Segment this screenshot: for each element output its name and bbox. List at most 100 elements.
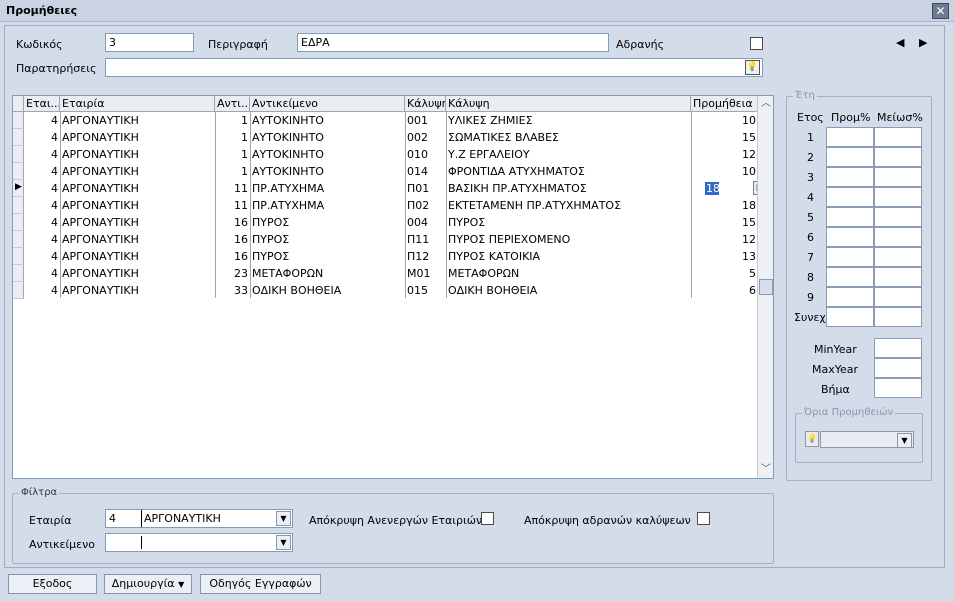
cell-company[interactable]: ΑΡΓΟΝΑΥΤΙΚΗ [60, 265, 215, 282]
cell-coverage[interactable]: ΟΔΙΚΗ ΒΟΗΘΕΙΑ [446, 282, 691, 299]
chevron-down-icon[interactable]: ▼ [897, 433, 912, 448]
cell-object-code[interactable]: 16 [215, 248, 250, 265]
col-company[interactable]: Εταιρία [60, 96, 215, 112]
year-prom-field[interactable] [826, 167, 874, 187]
cell-company-code[interactable]: 4 [24, 214, 60, 231]
cell-coverage-code[interactable]: 014 [405, 163, 446, 180]
row-indicator[interactable] [13, 163, 24, 180]
cell-coverage-code[interactable]: 001 [405, 112, 446, 129]
year-prom-field[interactable] [826, 227, 874, 247]
cell-coverage-code[interactable]: Μ01 [405, 265, 446, 282]
table-row[interactable]: 4 ΑΡΓΟΝΑΥΤΙΚΗ 11 ΠΡ.ΑΤΥΧΗΜΑ Π02 ΕΚΤΕΤΑΜΕΝΗ ΠΡ… [13, 197, 758, 214]
year-meiosi-field[interactable] [874, 267, 922, 287]
cell-object[interactable]: ΠΥΡΟΣ [250, 248, 405, 265]
cell-coverage[interactable]: ΣΩΜΑΤΙΚΕΣ ΒΛΑΒΕΣ [446, 129, 691, 146]
year-meiosi-field[interactable] [874, 207, 922, 227]
cell-commission[interactable]: 10 [691, 112, 758, 129]
scroll-thumb[interactable] [759, 279, 773, 295]
hide-inactive-coverages-checkbox[interactable] [697, 512, 710, 525]
chevron-down-icon[interactable]: ▼ [276, 511, 291, 526]
cell-company-code[interactable]: 4 [24, 112, 60, 129]
cell-coverage-code[interactable]: 015 [405, 282, 446, 299]
table-row[interactable]: 4 ΑΡΓΟΝΑΥΤΙΚΗ 16 ΠΥΡΟΣ Π12 ΠΥΡΟΣ ΚΑΤΟΙΚΙΑ 13 [13, 248, 758, 265]
cell-company-code[interactable]: 4 [24, 129, 60, 146]
table-row[interactable]: 4 ΑΡΓΟΝΑΥΤΙΚΗ 23 ΜΕΤΑΦΟΡΩΝ Μ01 ΜΕΤΑΦΟΡΩΝ 5 [13, 265, 758, 282]
notes-field[interactable] [105, 58, 763, 77]
year-prom-field[interactable] [826, 127, 874, 147]
year-prom-field[interactable] [826, 207, 874, 227]
cell-object-code[interactable]: 16 [215, 214, 250, 231]
cell-object[interactable]: ΟΔΙΚΗ ΒΟΗΘΕΙΑ [250, 282, 405, 299]
cell-object-code[interactable]: 23 [215, 265, 250, 282]
year-meiosi-field[interactable] [874, 127, 922, 147]
lightbulb-icon[interactable]: 💡 [745, 60, 760, 75]
row-indicator[interactable] [13, 129, 24, 146]
cell-object[interactable]: ΑΥΤΟΚΙΝΗΤΟ [250, 163, 405, 180]
cell-company[interactable]: ΑΡΓΟΝΑΥΤΙΚΗ [60, 214, 215, 231]
cell-company[interactable]: ΑΡΓΟΝΑΥΤΙΚΗ [60, 231, 215, 248]
cell-commission[interactable]: 18 [691, 197, 758, 214]
cell-object[interactable]: ΑΥΤΟΚΙΝΗΤΟ [250, 112, 405, 129]
wizard-button[interactable]: Οδηγός Εγγραφών [200, 574, 321, 594]
cell-object[interactable]: ΠΥΡΟΣ [250, 214, 405, 231]
cell-object[interactable]: ΠΡ.ΑΤΥΧΗΜΑ [250, 180, 405, 197]
cell-object[interactable]: ΜΕΤΑΦΟΡΩΝ [250, 265, 405, 282]
chevron-down-icon[interactable]: ▼ [276, 535, 291, 550]
cell-commission[interactable] [691, 180, 758, 197]
exit-button[interactable]: Εξοδος [8, 574, 97, 594]
table-row[interactable]: 4 ΑΡΓΟΝΑΥΤΙΚΗ 1 ΑΥΤΟΚΙΝΗΤΟ 002 ΣΩΜΑΤΙΚΕΣ ΒΛΑΒ… [13, 129, 758, 146]
description-field[interactable]: ΕΔΡΑ [297, 33, 609, 52]
cell-commission[interactable]: 10 [691, 163, 758, 180]
col-object-code[interactable]: Αντι... [215, 96, 250, 112]
minyear-field[interactable] [874, 338, 922, 358]
cell-commission[interactable]: 15 [691, 129, 758, 146]
col-company-code[interactable]: Εται... [24, 96, 60, 112]
table-row[interactable]: 4 ΑΡΓΟΝΑΥΤΙΚΗ 1 ΑΥΤΟΚΙΝΗΤΟ 001 ΥΛΙΚΕΣ ΖΗΜΙΕΣ 1… [13, 112, 758, 129]
cell-coverage-code[interactable]: Π12 [405, 248, 446, 265]
year-meiosi-field[interactable] [874, 167, 922, 187]
cell-company-code[interactable]: 4 [24, 197, 60, 214]
col-object[interactable]: Αντικείμενο [250, 96, 405, 112]
cell-company[interactable]: ΑΡΓΟΝΑΥΤΙΚΗ [60, 248, 215, 265]
cell-commission[interactable]: 6 [691, 282, 758, 299]
cell-company[interactable]: ΑΡΓΟΝΑΥΤΙΚΗ [60, 112, 215, 129]
scroll-down-icon[interactable]: ﹀ [759, 463, 773, 477]
cell-commission[interactable]: 13 [691, 248, 758, 265]
cell-object[interactable]: ΑΥΤΟΚΙΝΗΤΟ [250, 129, 405, 146]
cell-company[interactable]: ΑΡΓΟΝΑΥΤΙΚΗ [60, 129, 215, 146]
row-indicator[interactable] [13, 265, 24, 282]
current-row-indicator-icon[interactable]: ▶ [13, 180, 24, 197]
cell-company-code[interactable]: 4 [24, 180, 60, 197]
cell-object[interactable]: ΠΡ.ΑΤΥΧΗΜΑ [250, 197, 405, 214]
year-meiosi-field[interactable] [874, 307, 922, 327]
close-icon[interactable]: ✕ [932, 3, 949, 19]
year-prom-field[interactable] [826, 267, 874, 287]
object-filter-select[interactable]: ▼ [105, 533, 293, 552]
row-indicator[interactable] [13, 231, 24, 248]
col-coverage[interactable]: Κάλυψη [446, 96, 691, 112]
cell-company[interactable]: ΑΡΓΟΝΑΥΤΙΚΗ [60, 146, 215, 163]
cell-coverage[interactable]: ΦΡΟΝΤΙΔΑ ΑΤΥΧΗΜΑΤΟΣ [446, 163, 691, 180]
commission-edit-field[interactable]: 18 [705, 182, 720, 195]
cell-object-code[interactable]: 1 [215, 112, 250, 129]
year-meiosi-field[interactable] [874, 287, 922, 307]
year-meiosi-field[interactable] [874, 187, 922, 207]
cell-company-code[interactable]: 4 [24, 146, 60, 163]
prev-record-icon[interactable]: ◀ [896, 36, 904, 49]
year-meiosi-field[interactable] [874, 147, 922, 167]
table-row[interactable]: 4 ΑΡΓΟΝΑΥΤΙΚΗ 33 ΟΔΙΚΗ ΒΟΗΘΕΙΑ 015 ΟΔΙΚΗ ΒΟΗΘ… [13, 282, 758, 299]
scroll-up-icon[interactable]: ︿ [759, 97, 773, 111]
cell-coverage[interactable]: ΜΕΤΑΦΟΡΩΝ [446, 265, 691, 282]
cell-commission[interactable]: 12 [691, 146, 758, 163]
hide-inactive-companies-checkbox[interactable] [481, 512, 494, 525]
cell-object-code[interactable]: 33 [215, 282, 250, 299]
cell-object-code[interactable]: 1 [215, 163, 250, 180]
cell-object[interactable]: ΠΥΡΟΣ [250, 231, 405, 248]
cell-commission[interactable]: 12 [691, 231, 758, 248]
cell-coverage[interactable]: ΕΚΤΕΤΑΜΕΝΗ ΠΡ.ΑΤΥΧΗΜΑΤΟΣ [446, 197, 691, 214]
col-commission[interactable]: Προμήθεια [691, 96, 758, 112]
cell-company[interactable]: ΑΡΓΟΝΑΥΤΙΚΗ [60, 282, 215, 299]
grid-vertical-scrollbar[interactable]: ︿ ﹀ [757, 96, 773, 478]
cell-coverage-code[interactable]: 010 [405, 146, 446, 163]
row-indicator[interactable] [13, 282, 24, 299]
